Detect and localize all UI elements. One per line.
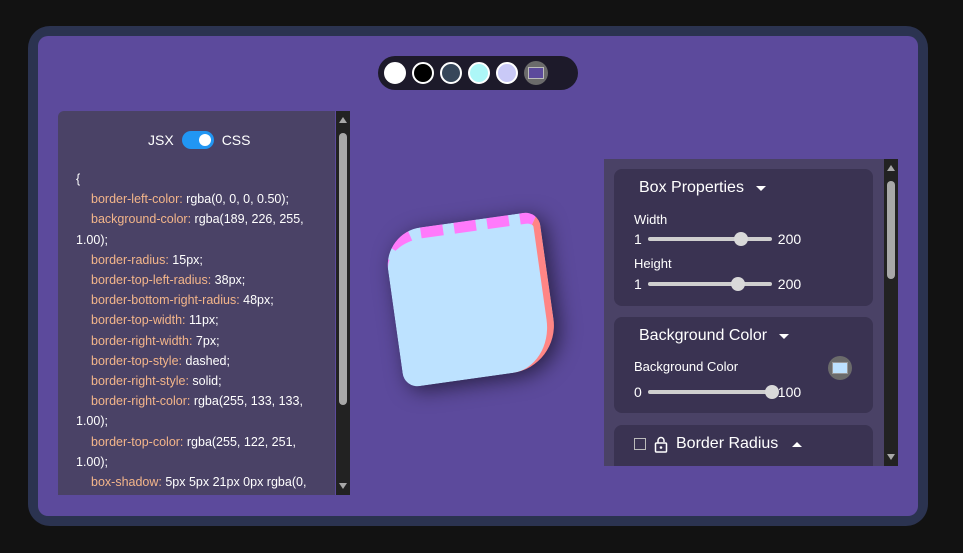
opacity-min: 0	[634, 384, 642, 400]
border-radius-title: Border Radius	[676, 435, 779, 452]
border-radius-checkbox[interactable]	[634, 438, 646, 450]
opacity-slider-row: 0 100	[634, 384, 801, 400]
width-label: Width	[634, 212, 668, 227]
css-value: rgba(189, 226, 255,	[191, 212, 304, 227]
border-radius-header[interactable]: Border Radius	[634, 435, 803, 453]
swatch-white[interactable]	[384, 62, 406, 84]
background-color-picker-icon[interactable]	[828, 356, 852, 380]
code-line: border-top-style: dashed;	[76, 351, 326, 371]
color-picker-icon[interactable]	[524, 61, 548, 85]
box-properties-title: Box Properties	[639, 179, 744, 196]
code-line: border-bottom-right-radius: 48px;	[76, 290, 326, 310]
width-slider[interactable]	[647, 232, 772, 246]
swatch-aqua[interactable]	[468, 62, 490, 84]
css-value: dashed;	[182, 353, 230, 368]
box-properties-card: Box Properties Width 1 200 Height 1 200	[614, 169, 873, 306]
css-property: border-top-width:	[91, 313, 186, 328]
css-value: 7px;	[192, 333, 220, 348]
background-color-label: Background Color	[634, 359, 739, 374]
border-radius-card: Border Radius	[614, 425, 873, 466]
height-slider[interactable]	[647, 277, 772, 291]
css-property: border-right-width:	[91, 333, 193, 348]
swatch-slate[interactable]	[440, 62, 462, 84]
css-property: border-top-color:	[91, 434, 184, 449]
background-color-title: Background Color	[639, 327, 768, 344]
css-property: border-bottom-right-radius:	[91, 293, 240, 308]
code-line-continuation: 1.00);	[76, 454, 108, 469]
preview-box	[382, 210, 561, 389]
background-color-header[interactable]: Background Color	[639, 327, 790, 345]
scroll-down-arrow-icon[interactable]	[887, 454, 895, 460]
css-value: rgba(0, 0, 0, 0.50);	[182, 192, 290, 207]
width-slider-row: 1 200	[634, 231, 801, 247]
height-max: 200	[777, 276, 802, 292]
width-max: 200	[777, 231, 802, 247]
opacity-slider[interactable]	[647, 385, 779, 399]
code-line: border-right-color: rgba(255, 133, 133,	[76, 391, 326, 411]
css-property: background-color:	[91, 212, 192, 227]
lock-icon[interactable]	[654, 436, 668, 453]
scroll-thumb[interactable]	[339, 133, 347, 405]
css-property: border-top-left-radius:	[91, 273, 212, 288]
chevron-down-icon	[755, 185, 766, 191]
scroll-down-arrow-icon[interactable]	[339, 483, 347, 489]
code-line: border-top-color: rgba(255, 122, 251,	[76, 432, 326, 452]
code-line-continuation: 1.00);	[76, 232, 108, 247]
preview-area	[382, 210, 561, 389]
css-value: rgba(255, 122, 251,	[183, 434, 296, 449]
code-line: border-right-style: solid;	[76, 371, 326, 391]
height-slider-row: 1 200	[634, 276, 801, 292]
code-scrollbar[interactable]	[336, 111, 350, 495]
height-label: Height	[634, 256, 672, 271]
app-canvas: JSX CSS { border-left-color: rgba(0, 0, …	[38, 36, 918, 516]
jsx-css-toggle-row: JSX CSS	[148, 131, 250, 149]
box-properties-header[interactable]: Box Properties	[639, 179, 766, 197]
code-panel: JSX CSS { border-left-color: rgba(0, 0, …	[58, 111, 335, 495]
chevron-up-icon	[792, 441, 803, 447]
scroll-up-arrow-icon[interactable]	[339, 117, 347, 123]
scroll-up-arrow-icon[interactable]	[887, 165, 895, 171]
css-value: 5px 5px 21px 0px rgba(0,	[161, 475, 307, 490]
height-min: 1	[634, 276, 642, 292]
opacity-max: 100	[777, 384, 802, 400]
code-line: border-radius: 15px;	[76, 250, 326, 270]
width-min: 1	[634, 231, 642, 247]
code-line-continuation: 0, 0, 0.55);	[76, 492, 326, 495]
properties-panel: Box Properties Width 1 200 Height 1 200	[604, 159, 884, 466]
open-brace: {	[76, 172, 81, 186]
swatch-lavender[interactable]	[496, 62, 518, 84]
css-label: CSS	[221, 132, 251, 148]
css-value: rgba(255, 133, 133,	[190, 394, 303, 409]
width-slider-knob[interactable]	[733, 232, 748, 246]
opacity-slider-knob[interactable]	[764, 385, 779, 399]
css-property: border-left-color:	[91, 192, 183, 207]
css-property: box-shadow:	[91, 475, 162, 490]
properties-scrollbar[interactable]	[884, 159, 898, 466]
code-line: border-left-color: rgba(0, 0, 0, 0.50);	[76, 189, 326, 209]
code-line-continuation: 1.00);	[76, 414, 108, 429]
css-property: border-radius:	[91, 252, 169, 267]
css-property: border-top-style:	[91, 353, 183, 368]
swatch-bar	[378, 56, 578, 90]
scroll-thumb[interactable]	[887, 181, 895, 279]
chevron-down-icon	[779, 333, 790, 339]
css-code-output: { border-left-color: rgba(0, 0, 0, 0.50)…	[76, 169, 326, 495]
code-line: box-shadow: 5px 5px 21px 0px rgba(0,	[76, 472, 326, 492]
css-value: 38px;	[211, 273, 246, 288]
code-line: border-top-width: 11px;	[76, 310, 326, 330]
code-line: border-right-width: 7px;	[76, 331, 326, 351]
code-line: background-color: rgba(189, 226, 255,	[76, 209, 326, 229]
css-property: border-right-style:	[91, 374, 189, 389]
background-color-card: Background Color Background Color 0 100	[614, 317, 873, 413]
css-value: 48px;	[239, 293, 274, 308]
jsx-css-switch[interactable]	[181, 131, 214, 149]
code-line: border-top-left-radius: 38px;	[76, 270, 326, 290]
swatch-black[interactable]	[412, 62, 434, 84]
css-property: border-right-color:	[91, 394, 191, 409]
css-value: 11px;	[185, 313, 219, 328]
css-value: 15px;	[168, 252, 203, 267]
css-value: solid;	[188, 374, 222, 389]
height-slider-knob[interactable]	[731, 277, 746, 291]
jsx-label: JSX	[148, 132, 174, 148]
